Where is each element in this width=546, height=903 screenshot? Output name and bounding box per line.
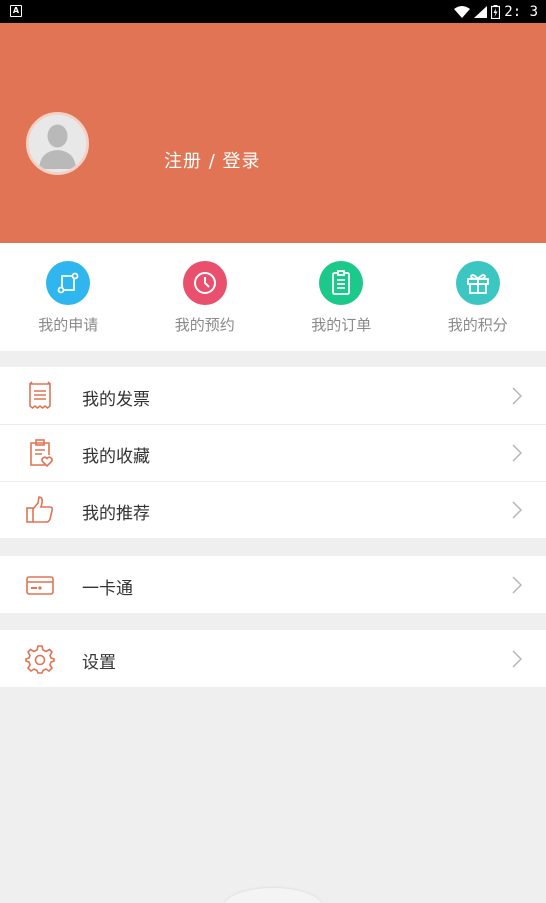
status-indicators: 2: 3 — [454, 3, 538, 20]
chevron-right-icon — [512, 576, 522, 594]
card-icon — [26, 576, 54, 595]
application-icon — [46, 261, 91, 305]
settings-gear-icon — [25, 645, 55, 674]
battery-icon — [491, 4, 501, 19]
status-time: 2: 3 — [504, 3, 538, 20]
menu-group-card: 一卡通 — [0, 556, 546, 613]
chevron-right-icon — [512, 444, 522, 462]
quick-action-label: 我的申请 — [38, 316, 99, 334]
quick-action-points[interactable]: 我的积分 — [410, 243, 546, 351]
notification-icon: A — [10, 5, 22, 17]
menu-item-settings[interactable]: 设置 — [0, 630, 546, 687]
menu-item-card[interactable]: 一卡通 — [0, 556, 546, 613]
quick-actions: 我的申请 我的预约 我的订单 我的积分 — [0, 243, 546, 351]
clock-icon — [182, 261, 227, 305]
menu-item-label: 我的发票 — [82, 390, 150, 410]
menu-item-label: 我的推荐 — [82, 504, 150, 524]
favorites-icon — [30, 439, 53, 468]
menu-item-invoices[interactable]: 我的发票 — [0, 367, 546, 424]
avatar[interactable] — [26, 112, 89, 175]
thumbs-up-icon — [26, 496, 54, 523]
bottom-floating-button[interactable] — [223, 888, 323, 903]
invoice-icon — [29, 381, 51, 410]
menu-group-settings: 设置 — [0, 630, 546, 687]
quick-action-appointment[interactable]: 我的预约 — [137, 243, 274, 351]
chevron-right-icon — [512, 387, 522, 405]
signal-icon — [474, 5, 488, 18]
quick-action-orders[interactable]: 我的订单 — [273, 243, 410, 351]
quick-action-label: 我的预约 — [174, 316, 235, 334]
chevron-right-icon — [512, 650, 522, 668]
wifi-icon — [454, 5, 471, 18]
chevron-right-icon — [512, 501, 522, 519]
menu-item-favorites[interactable]: 我的收藏 — [0, 424, 546, 481]
menu-item-label: 一卡通 — [82, 579, 133, 599]
menu-item-label: 设置 — [82, 653, 116, 673]
quick-action-label: 我的订单 — [311, 316, 372, 334]
quick-action-application[interactable]: 我的申请 — [0, 243, 137, 351]
gift-icon — [455, 261, 500, 305]
quick-action-label: 我的积分 — [447, 316, 508, 334]
order-icon — [319, 261, 364, 305]
menu-group-personal: 我的发票 我的收藏 我的推荐 — [0, 367, 546, 538]
menu-item-recommend[interactable]: 我的推荐 — [0, 481, 546, 538]
status-bar: A 2: 3 — [0, 0, 546, 23]
profile-header: 注册 / 登录 — [0, 23, 546, 243]
menu-item-label: 我的收藏 — [82, 447, 150, 467]
login-register-link[interactable]: 注册 / 登录 — [164, 147, 261, 173]
default-user-icon — [29, 115, 86, 172]
